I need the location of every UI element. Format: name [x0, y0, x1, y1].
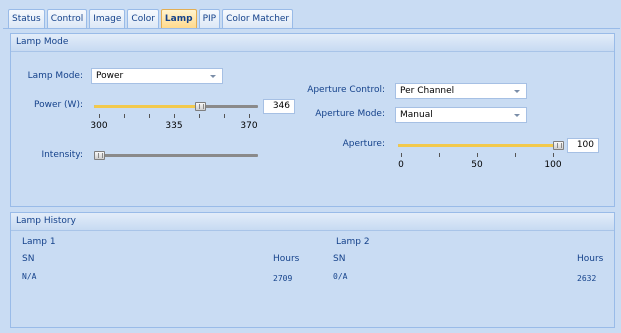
aperture-mode-dropdown[interactable]: Manual: [395, 107, 527, 123]
lamp2-title: Lamp 2: [336, 237, 370, 247]
lamp1-sn-label: SN: [22, 254, 35, 264]
lamp-mode-header: Lamp Mode: [11, 34, 614, 52]
power-slider[interactable]: [94, 102, 258, 111]
chevron-down-icon: [514, 90, 520, 93]
power-tick: [124, 114, 125, 118]
power-tick-label: 300: [90, 121, 108, 131]
power-tick: [249, 114, 250, 118]
intensity-slider-thumb[interactable]: [94, 151, 105, 160]
aperture-control-value: Per Channel: [400, 86, 455, 96]
power-tick: [199, 114, 200, 118]
chevron-down-icon: [210, 75, 216, 78]
aperture-value-input[interactable]: 100: [567, 138, 599, 153]
aperture-slider-fill: [398, 144, 558, 147]
lamp2-hours-value: 2632: [577, 274, 597, 283]
tab-strip: Status Control Image Color Lamp PIP Colo…: [8, 9, 295, 29]
intensity-label: Intensity:: [41, 150, 83, 160]
lamp1-title: Lamp 1: [22, 237, 56, 247]
lamp2-sn-value: 0/A: [333, 272, 348, 281]
lamp1-sn-value: N/A: [22, 272, 37, 281]
tab-color-matcher[interactable]: Color Matcher: [222, 9, 294, 29]
power-label: Power (W):: [33, 100, 83, 110]
chevron-down-icon: [514, 114, 520, 117]
power-tick-label: 370: [240, 121, 258, 131]
aperture-tick-label: 50: [471, 160, 483, 170]
lamp-mode-dropdown[interactable]: Power: [91, 68, 223, 84]
aperture-slider[interactable]: [398, 141, 564, 150]
tab-content: Lamp Mode Lamp Mode: Power Power (W): 34…: [3, 28, 620, 333]
aperture-tick-label: 100: [544, 160, 562, 170]
lamp2-hours-label: Hours: [577, 254, 604, 264]
lamp-mode-body: Lamp Mode: Power Power (W): 346 300 335 …: [11, 52, 614, 207]
power-slider-fill: [94, 105, 200, 108]
lamp-mode-value: Power: [96, 71, 124, 81]
aperture-tick: [401, 153, 402, 157]
lamp-history-group: Lamp History Lamp 1 SN Hours N/A 2709 La…: [10, 212, 615, 328]
power-slider-thumb[interactable]: [195, 102, 206, 111]
tab-lamp[interactable]: Lamp: [160, 9, 197, 29]
aperture-tick: [553, 153, 554, 157]
power-tick: [174, 114, 175, 118]
tab-control[interactable]: Control: [46, 9, 88, 29]
lamp-mode-group: Lamp Mode Lamp Mode: Power Power (W): 34…: [10, 33, 615, 207]
power-tick-label: 335: [165, 121, 183, 131]
aperture-tick: [477, 153, 478, 157]
power-tick: [99, 114, 100, 118]
lamp2-sn-label: SN: [333, 254, 346, 264]
lamp1-hours-value: 2709: [273, 274, 293, 283]
aperture-control-label: Aperture Control:: [307, 85, 385, 95]
aperture-tick-label: 0: [398, 160, 404, 170]
aperture-tick: [515, 153, 516, 157]
lamp-history-body: Lamp 1 SN Hours N/A 2709 Lamp 2 SN Hours…: [11, 231, 614, 328]
aperture-slider-thumb[interactable]: [553, 141, 564, 150]
aperture-mode-label: Aperture Mode:: [315, 109, 385, 119]
aperture-tick: [439, 153, 440, 157]
lamp1-hours-label: Hours: [273, 254, 300, 264]
aperture-mode-value: Manual: [400, 110, 433, 120]
tab-status[interactable]: Status: [8, 9, 45, 29]
tab-pip[interactable]: PIP: [198, 9, 221, 29]
tab-color[interactable]: Color: [127, 9, 159, 29]
aperture-label: Aperture:: [342, 139, 385, 149]
intensity-slider[interactable]: [94, 151, 258, 160]
tab-image[interactable]: Image: [89, 9, 126, 29]
lamp-history-header: Lamp History: [11, 213, 614, 231]
power-tick: [224, 114, 225, 118]
lamp-settings-window: Status Control Image Color Lamp PIP Colo…: [0, 0, 621, 333]
power-tick: [149, 114, 150, 118]
aperture-control-dropdown[interactable]: Per Channel: [395, 83, 527, 99]
lamp-mode-label: Lamp Mode:: [27, 71, 83, 81]
